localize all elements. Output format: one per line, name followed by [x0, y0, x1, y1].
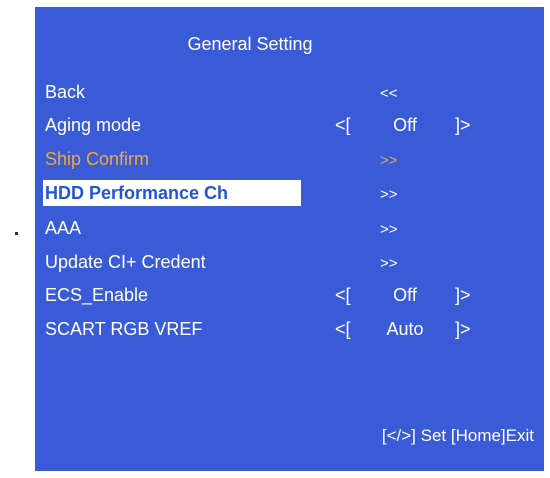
submenu-arrow: >> [380, 255, 398, 272]
menu-item-label: Aging mode [45, 115, 142, 135]
menu-item-label: SCART RGB VREF [45, 319, 203, 339]
option-value: Off [393, 115, 417, 135]
submenu-arrow: >> [380, 152, 398, 169]
menu-title: General Setting [187, 34, 313, 54]
menu-item-update-ci-credent[interactable]: Update CI+ Credent >> [35, 249, 544, 275]
menu-item-label: Ship Confirm [45, 149, 150, 169]
decrease-bracket[interactable]: <[ [335, 112, 351, 138]
increase-bracket[interactable]: ]> [455, 282, 471, 308]
option-value: Auto [386, 319, 424, 339]
menu-item-label: HDD Performance Ch [43, 180, 301, 206]
menu-item-label: Update CI+ Credent [45, 252, 206, 272]
menu-item-ship-confirm[interactable]: Ship Confirm >> [35, 146, 544, 172]
menu-item-aaa[interactable]: AAA >> [35, 215, 544, 241]
decrease-bracket[interactable]: <[ [335, 282, 351, 308]
menu-item-label: ECS_Enable [45, 285, 149, 305]
menu-item-label: AAA [45, 218, 82, 238]
increase-bracket[interactable]: ]> [455, 316, 471, 342]
menu-item-ecs-enable[interactable]: ECS_Enable <[ Off ]> [35, 282, 544, 308]
cursor-marker [15, 232, 18, 235]
submenu-arrow: >> [380, 186, 398, 203]
menu-item-hdd-performance[interactable]: HDD Performance Ch >> [35, 180, 544, 206]
menu-item-scart-rgb-vref[interactable]: SCART RGB VREF <[ Auto ]> [35, 316, 544, 342]
decrease-bracket[interactable]: <[ [335, 316, 351, 342]
menu-item-aging-mode[interactable]: Aging mode <[ Off ]> [35, 112, 544, 138]
submenu-arrow: >> [380, 221, 398, 238]
increase-bracket[interactable]: ]> [455, 112, 471, 138]
key-hint-footer: [</>] Set [Home]Exit [381, 426, 534, 445]
back-arrow: << [380, 85, 398, 102]
menu-item-back[interactable]: Back << [35, 79, 544, 105]
menu-item-label: Back [45, 82, 86, 102]
option-value: Off [393, 285, 417, 305]
general-setting-menu: General Setting Back << Aging mode <[ Of… [35, 7, 544, 471]
